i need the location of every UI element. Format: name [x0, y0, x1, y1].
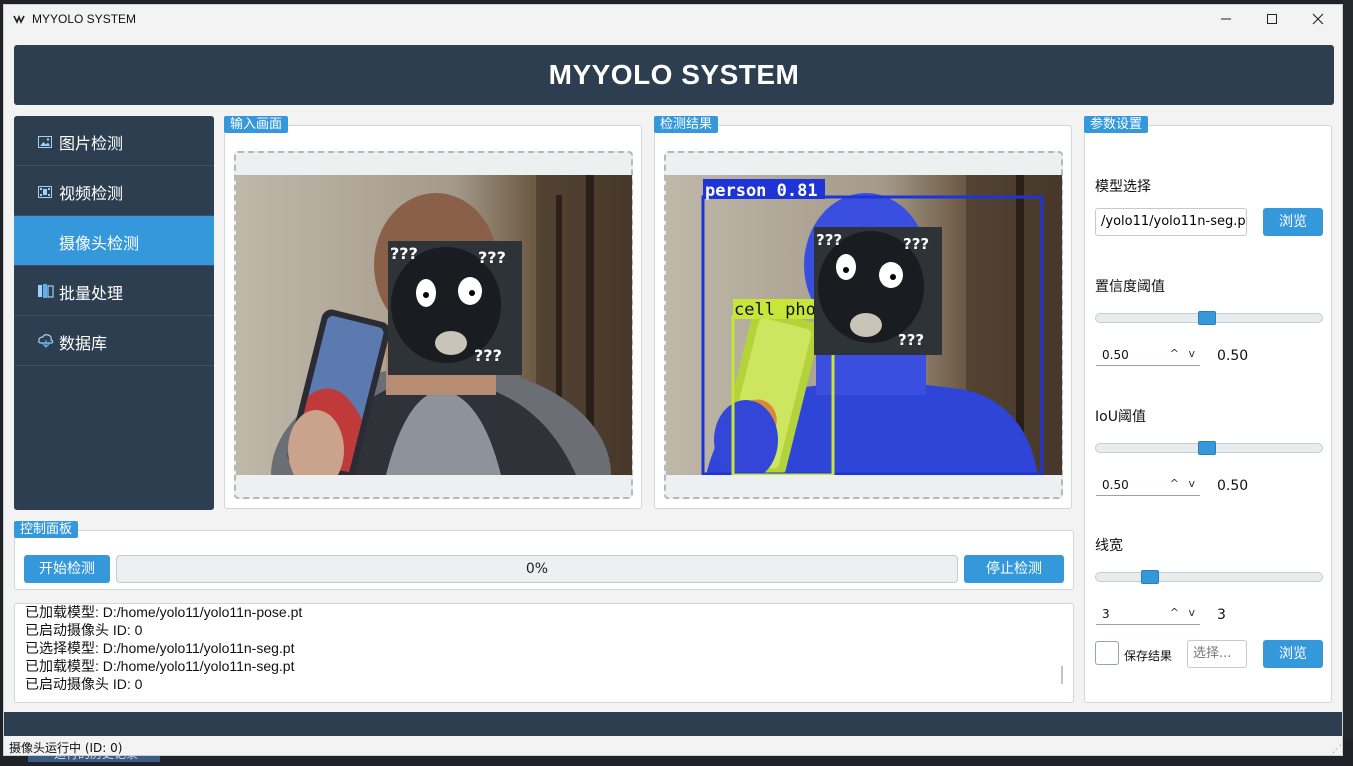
maximize-icon: [1267, 14, 1277, 24]
confidence-slider[interactable]: [1095, 311, 1323, 325]
log-line: 已加载模型: D:/home/yolo11/yolo11n-seg.pt: [25, 658, 295, 674]
spin-arrows-icon[interactable]: ^ v: [1170, 606, 1198, 619]
input-panel-label: 输入画面: [224, 116, 289, 133]
progress-text: 0%: [525, 561, 549, 577]
database-icon: [38, 333, 54, 348]
line-width-slider[interactable]: [1095, 570, 1323, 584]
sidebar-item-batch[interactable]: 批量处理: [14, 266, 214, 316]
minimize-button[interactable]: [1203, 5, 1249, 35]
confidence-spinbox[interactable]: 0.50 ^ v: [1096, 344, 1200, 366]
svg-text:???: ???: [898, 331, 924, 349]
save-browse-button[interactable]: 浏览: [1263, 640, 1323, 668]
iou-value: 0.50: [1217, 478, 1249, 494]
svg-text:???: ???: [478, 248, 506, 267]
sidebar-item-camera[interactable]: 摄像头检测: [14, 216, 214, 266]
spin-arrows-icon[interactable]: ^ v: [1170, 347, 1198, 360]
log-line: 已启动摄像头 ID: 0: [25, 622, 143, 638]
sidebar-item-label: 图片检测: [59, 134, 124, 153]
image-icon: [38, 133, 52, 148]
log-scrollbar[interactable]: [1061, 666, 1063, 684]
window-title: MYYOLO SYSTEM: [32, 12, 137, 26]
close-button[interactable]: [1295, 5, 1341, 35]
status-text: 摄像头运行中 (ID: 0): [9, 741, 123, 755]
detection-label-person: person 0.81: [705, 181, 818, 201]
line-width-value: 3: [1217, 607, 1226, 623]
save-result-checkbox[interactable]: [1095, 641, 1119, 665]
maximize-button[interactable]: [1249, 5, 1295, 35]
app-window: MYYOLO SYSTEM MYYOLO SYSTEM 图片检测 视频检测 摄像…: [3, 4, 1343, 756]
title-bar: MYYOLO SYSTEM: [4, 5, 1342, 35]
sidebar-item-video[interactable]: 视频检测: [14, 166, 214, 216]
sidebar: 图片检测 视频检测 摄像头检测 批量处理 数据库: [14, 116, 214, 510]
iou-spin-value: 0.50: [1102, 478, 1129, 492]
app-header: MYYOLO SYSTEM: [14, 45, 1334, 105]
confidence-slider-handle[interactable]: [1198, 311, 1216, 325]
save-result-label: 保存结果: [1124, 649, 1173, 663]
minimize-icon: [1221, 18, 1231, 20]
iou-slider[interactable]: [1095, 441, 1323, 455]
sidebar-item-image[interactable]: 图片检测: [14, 116, 214, 166]
input-camera-image: ??? ??? ???: [236, 175, 632, 475]
svg-text:???: ???: [474, 346, 502, 365]
sidebar-item-label: 数据库: [59, 334, 108, 353]
start-detection-button[interactable]: 开始检测: [24, 555, 110, 583]
app-logo-icon: [13, 13, 25, 25]
svg-text:???: ???: [816, 231, 842, 249]
confidence-label: 置信度阈值: [1095, 279, 1165, 295]
line-width-label: 线宽: [1095, 538, 1123, 554]
status-bar: 摄像头运行中 (ID: 0) ⋰: [4, 736, 1342, 755]
model-browse-button[interactable]: 浏览: [1263, 208, 1323, 236]
save-path-input[interactable]: 选择...: [1187, 640, 1247, 668]
iou-spinbox[interactable]: 0.50 ^ v: [1096, 474, 1200, 496]
batch-icon: [38, 283, 54, 298]
line-width-spinbox[interactable]: 3 ^ v: [1096, 603, 1200, 625]
desktop-background: [1343, 0, 1353, 766]
stop-detection-button[interactable]: 停止检测: [964, 555, 1064, 583]
svg-text:???: ???: [903, 235, 929, 253]
log-line: 已启动摄像头 ID: 0: [25, 676, 143, 692]
result-panel-label: 检测结果: [654, 116, 719, 133]
sidebar-item-label: 视频检测: [59, 184, 124, 203]
svg-text:???: ???: [390, 244, 418, 263]
spin-arrows-icon[interactable]: ^ v: [1170, 477, 1198, 490]
log-line: 已选择模型: D:/home/yolo11/yolo11n-seg.pt: [25, 640, 295, 656]
model-path-input[interactable]: /yolo11/yolo11n-seg.pt: [1095, 208, 1247, 236]
progress-bar: 0%: [116, 555, 958, 583]
sidebar-item-label: 批量处理: [59, 284, 124, 303]
settings-panel-label: 参数设置: [1084, 116, 1149, 133]
close-icon: [1312, 13, 1324, 25]
iou-slider-handle[interactable]: [1198, 441, 1216, 455]
resize-grip-icon[interactable]: ⋰: [1332, 744, 1342, 755]
confidence-value: 0.50: [1217, 348, 1249, 364]
log-output[interactable]: 已加载模型: D:/home/yolo11/yolo11n-pose.pt 已启…: [14, 603, 1074, 703]
footer-bar: [4, 712, 1342, 736]
iou-label: IoU阈值: [1095, 409, 1146, 425]
page-title: MYYOLO SYSTEM: [548, 59, 800, 90]
confidence-spin-value: 0.50: [1102, 348, 1129, 362]
result-camera-image: person 0.81 cell phone ??? ??? ???: [666, 175, 1062, 475]
control-panel-label: 控制面板: [14, 521, 79, 538]
sidebar-item-label: 摄像头检测: [59, 234, 140, 253]
model-label: 模型选择: [1095, 179, 1151, 195]
line-width-spin-value: 3: [1102, 607, 1110, 621]
video-icon: [38, 183, 52, 198]
line-width-slider-handle[interactable]: [1141, 570, 1159, 584]
sidebar-item-database[interactable]: 数据库: [14, 316, 214, 366]
